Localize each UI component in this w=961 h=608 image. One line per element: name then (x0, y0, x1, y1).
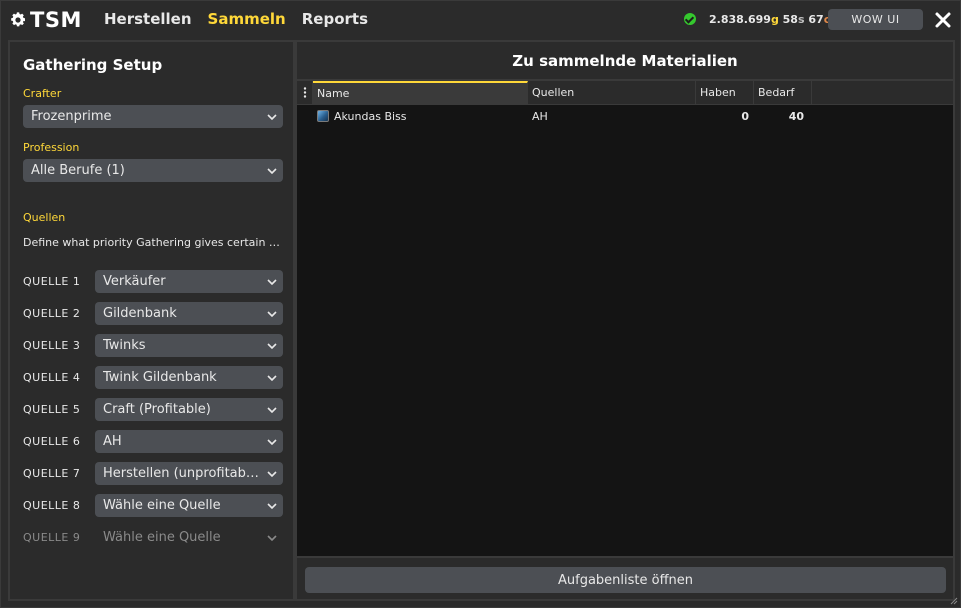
source-9-label: QUELLE 9 (23, 531, 81, 544)
sources-label: Quellen (23, 211, 66, 224)
source-1-dropdown[interactable]: Verkäufer (95, 270, 283, 293)
crafter-dropdown[interactable]: Frozenprime (23, 105, 283, 128)
chevron-down-icon (261, 270, 283, 293)
source-9-value: Wähle eine Quelle (103, 530, 221, 545)
chevron-down-icon (261, 105, 283, 128)
tsm-logo: TSM (9, 8, 82, 32)
silver-unit: s (797, 13, 805, 26)
source-9-dropdown: Wähle eine Quelle (95, 526, 283, 549)
row-sources: AH (532, 109, 548, 123)
source-5-dropdown[interactable]: Craft (Profitable) (95, 398, 283, 421)
crafter-label: Crafter (23, 87, 62, 100)
source-7-dropdown[interactable]: Herstellen (unprofitabel) (95, 462, 283, 485)
column-header-need[interactable]: Bedarf (754, 81, 812, 104)
table-row[interactable]: Akundas Biss AH 0 40 (297, 106, 953, 126)
source-3-value: Twinks (103, 338, 146, 353)
gold-unit: g (770, 13, 779, 26)
column-header-name[interactable]: Name (313, 81, 528, 104)
silver-amount: 58 (782, 13, 798, 26)
open-task-list-button[interactable]: Aufgabenliste öffnen (305, 567, 946, 593)
source-1-label: QUELLE 1 (23, 275, 81, 288)
chevron-down-icon (261, 462, 283, 485)
source-4-value: Twink Gildenbank (103, 370, 217, 385)
tab-sammeln[interactable]: Sammeln (208, 10, 286, 28)
source-6-value: AH (103, 434, 122, 449)
source-6-dropdown[interactable]: AH (95, 430, 283, 453)
source-1-value: Verkäufer (103, 274, 166, 289)
row-need: 40 (788, 109, 804, 123)
source-4-dropdown[interactable]: Twink Gildenbank (95, 366, 283, 389)
source-5-value: Craft (Profitable) (103, 402, 211, 417)
table-header: Name Quellen Haben Bedarf (297, 81, 953, 105)
source-3-label: QUELLE 3 (23, 339, 81, 352)
chevron-down-icon (261, 366, 283, 389)
profession-value: Alle Berufe (1) (31, 163, 125, 178)
column-header-sources[interactable]: Quellen (528, 81, 696, 104)
row-name: Akundas Biss (334, 109, 407, 123)
source-3-dropdown[interactable]: Twinks (95, 334, 283, 357)
top-bar: TSM Herstellen Sammeln Reports 2.838.699… (1, 1, 961, 39)
resize-grip-icon[interactable] (948, 595, 958, 605)
panel-title: Gathering Setup (23, 56, 163, 74)
materials-title: Zu sammelnde Materialien (512, 52, 738, 70)
close-icon[interactable] (933, 10, 953, 30)
tab-reports[interactable]: Reports (302, 10, 368, 28)
materials-panel: Zu sammelnde Materialien Name Quellen Ha… (295, 40, 955, 601)
status-check-icon (684, 13, 696, 25)
source-5-label: QUELLE 5 (23, 403, 81, 416)
main-nav: Herstellen Sammeln Reports (104, 10, 368, 28)
tab-herstellen[interactable]: Herstellen (104, 10, 192, 28)
gathering-setup-panel: Gathering Setup Crafter Frozenprime Prof… (8, 40, 295, 601)
wow-ui-button[interactable]: WOW UI (828, 9, 923, 30)
source-8-value: Wähle eine Quelle (103, 498, 221, 513)
crafter-value: Frozenprime (31, 109, 112, 124)
source-2-value: Gildenbank (103, 306, 177, 321)
source-6-label: QUELLE 6 (23, 435, 81, 448)
source-4-label: QUELLE 4 (23, 371, 81, 384)
source-8-label: QUELLE 8 (23, 499, 81, 512)
materials-table: Name Quellen Haben Bedarf Akundas Biss A… (297, 79, 953, 558)
chevron-down-icon (261, 494, 283, 517)
profession-label: Profession (23, 141, 80, 154)
gold-amount: 2.838.699 (709, 13, 771, 26)
source-7-value: Herstellen (unprofitabel) (103, 466, 261, 481)
gear-icon (11, 12, 26, 27)
gold-display: 2.838.699g 58s 67c (709, 13, 830, 26)
source-2-label: QUELLE 2 (23, 307, 81, 320)
logo-text: TSM (30, 8, 82, 32)
source-7-label: QUELLE 7 (23, 467, 81, 480)
tsm-window: TSM Herstellen Sammeln Reports 2.838.699… (0, 0, 961, 608)
chevron-down-icon (261, 526, 283, 549)
row-name-cell: Akundas Biss (317, 106, 527, 126)
source-8-dropdown[interactable]: Wähle eine Quelle (95, 494, 283, 517)
profession-dropdown[interactable]: Alle Berufe (1) (23, 159, 283, 182)
column-options-icon[interactable] (297, 81, 313, 104)
chevron-down-icon (261, 430, 283, 453)
column-header-have[interactable]: Haben (696, 81, 754, 104)
chevron-down-icon (261, 334, 283, 357)
chevron-down-icon (261, 159, 283, 182)
chevron-down-icon (261, 398, 283, 421)
sources-description: Define what priority Gathering gives cer… (23, 236, 285, 249)
chevron-down-icon (261, 302, 283, 325)
item-gem-icon (317, 110, 329, 122)
copper-amount: 67 (808, 13, 824, 26)
row-have: 0 (741, 109, 749, 123)
source-2-dropdown[interactable]: Gildenbank (95, 302, 283, 325)
